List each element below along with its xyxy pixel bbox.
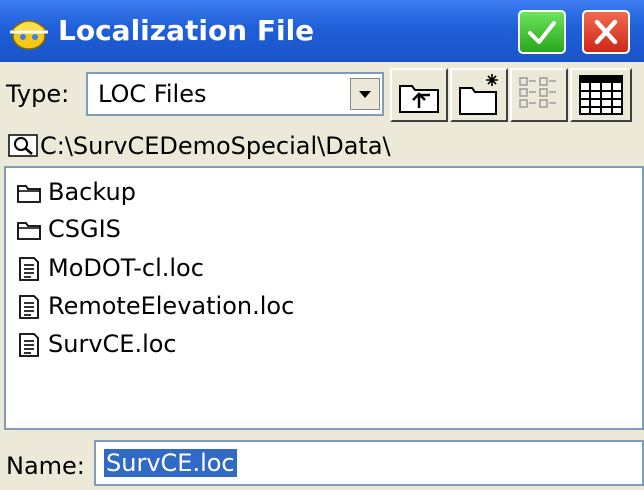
file-type-value: LOC Files	[98, 80, 207, 108]
current-path: C:\SurvCEDemoSpecial\Data\	[40, 132, 391, 160]
file-name: SurvCE.loc	[48, 330, 177, 358]
document-icon	[19, 295, 39, 319]
ok-button[interactable]	[518, 10, 566, 54]
document-icon	[19, 333, 39, 357]
file-name: MoDOT-cl.loc	[48, 254, 204, 282]
close-x-icon	[594, 19, 618, 45]
close-button[interactable]	[582, 10, 630, 54]
new-folder-button[interactable]	[450, 68, 508, 122]
new-folder-icon	[459, 74, 498, 115]
chevron-down-icon	[359, 91, 371, 98]
folder-icon	[17, 222, 41, 240]
checkmark-icon	[528, 21, 556, 44]
file-type-dropdown[interactable]: LOC Files	[86, 72, 384, 116]
detail-view-button[interactable]	[570, 68, 632, 122]
detail-view-icon	[579, 75, 623, 115]
file-name-value: SurvCE.loc	[104, 449, 237, 477]
file-list[interactable]: Backup CSGIS MoDOT-cl.loc RemoteElevatio…	[4, 166, 644, 430]
up-folder-icon	[399, 85, 439, 113]
folder-icon	[17, 185, 41, 203]
up-folder-button[interactable]	[390, 68, 448, 122]
window-title: Localization File	[58, 14, 315, 47]
file-name: Backup	[48, 178, 136, 206]
surveyor-helmet-icon	[10, 20, 48, 50]
file-name: RemoteElevation.loc	[48, 292, 295, 320]
file-name: CSGIS	[48, 215, 121, 243]
file-name-input[interactable]: SurvCE.loc	[94, 440, 644, 486]
dropdown-arrow-button[interactable]	[350, 78, 380, 110]
type-label: Type:	[6, 80, 70, 108]
list-view-button[interactable]	[510, 68, 568, 122]
name-label: Name:	[6, 452, 85, 480]
document-icon	[19, 257, 39, 281]
list-view-icon	[519, 77, 556, 108]
folder-search-icon	[8, 134, 38, 157]
